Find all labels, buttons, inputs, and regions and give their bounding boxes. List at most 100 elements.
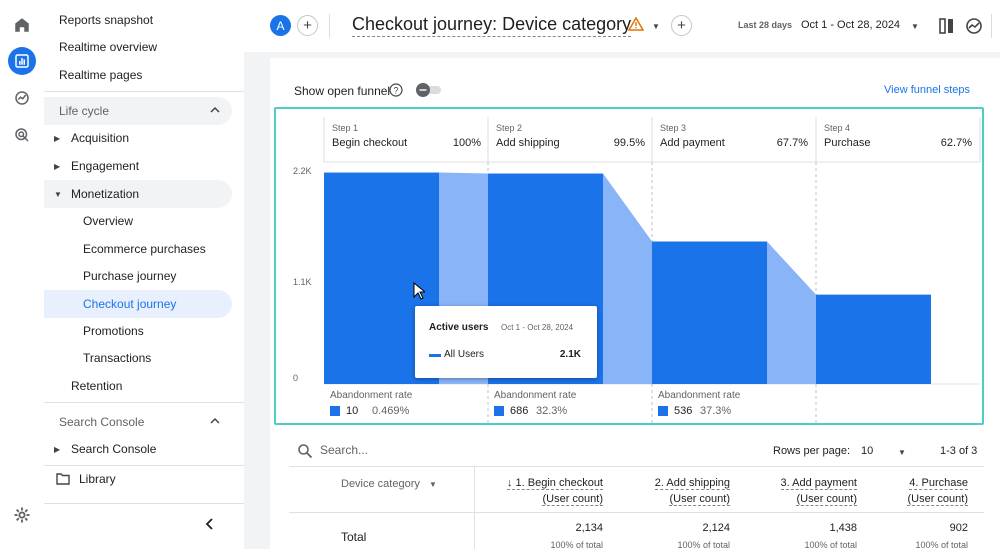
caret-right-icon: ▶ (54, 133, 61, 143)
step-4-number: Step 4 (824, 123, 851, 133)
tooltip-value: 2.1K (559, 349, 581, 360)
funnel-chart (323, 117, 981, 423)
sidebar-section-search-console[interactable]: Search Console (44, 408, 232, 436)
column-sub: (User count) (542, 493, 603, 506)
column-subheader: (User count) (503, 493, 603, 506)
sidebar-item-label: Purchase journey (83, 269, 177, 283)
sidebar-item-realtime-overview[interactable]: Realtime overview (44, 33, 232, 61)
sidebar-item-checkout-journey[interactable]: Checkout journey (44, 290, 232, 318)
dimension-header[interactable]: Device category ▼ (341, 478, 437, 490)
sidebar-item-purchase-journey[interactable]: Purchase journey (44, 262, 232, 290)
column-title: ↓ 1. Begin checkout (506, 477, 603, 490)
collapse-chevron-icon[interactable] (205, 518, 215, 530)
y-tick-label: 1.1K (293, 277, 312, 287)
step-2-number: Step 2 (496, 123, 523, 133)
left-rail (0, 0, 44, 549)
step-1-name: Begin checkout (332, 137, 408, 149)
chevron-up-icon (210, 106, 220, 113)
step-3-number: Step 3 (660, 123, 687, 133)
reports-icon[interactable] (8, 47, 36, 75)
search-icon (298, 444, 313, 459)
step-3-name: Add payment (660, 137, 725, 149)
open-funnel-toggle[interactable] (415, 83, 443, 97)
home-icon[interactable] (8, 11, 36, 39)
help-icon[interactable]: ? (389, 83, 403, 97)
sidebar-item-transactions[interactable]: Transactions (44, 344, 232, 372)
warning-icon[interactable] (628, 17, 644, 31)
title-dropdown-icon[interactable]: ▼ (652, 22, 660, 31)
funnel-bar-3 (652, 241, 767, 384)
abandonment-count: 10 (346, 405, 359, 417)
header-divider (991, 14, 992, 38)
table-divider (289, 512, 984, 513)
sidebar-item-realtime-pages[interactable]: Realtime pages (44, 61, 232, 89)
sidebar-item-label: Transactions (83, 351, 152, 365)
report-header: A + Checkout journey: Device category ▼ … (244, 0, 1000, 52)
date-range-picker[interactable]: Oct 1 - Oct 28, 2024 (801, 19, 900, 31)
sidebar-item-label: Library (79, 472, 116, 486)
search-input[interactable] (320, 443, 520, 457)
sidebar-item-engagement[interactable]: ▶ Engagement (44, 152, 232, 180)
column-subheader: (User count) (868, 493, 968, 506)
advertising-icon[interactable] (8, 121, 36, 149)
sidebar-divider (44, 402, 244, 403)
y-tick-label: 0 (293, 373, 299, 383)
page-title[interactable]: Checkout journey: Device category (352, 14, 632, 37)
column-header-add-payment[interactable]: 3. Add payment (757, 477, 857, 490)
sidebar-item-acquisition[interactable]: ▶ Acquisition (44, 124, 232, 152)
dimension-header-label: Device category (341, 478, 420, 490)
step-4-percent: 62.7% (940, 137, 972, 149)
show-open-funnel-label: Show open funnel (294, 84, 391, 98)
sidebar-item-overview[interactable]: Overview (44, 207, 232, 235)
add-comparison-icon[interactable]: + (297, 15, 318, 36)
pagination-info: 1-3 of 3 (940, 445, 978, 457)
compare-icon[interactable] (937, 16, 957, 36)
step-2-percent: 99.5% (613, 137, 645, 149)
abandonment-area (603, 173, 652, 384)
rows-dropdown-icon[interactable]: ▼ (898, 448, 906, 457)
sidebar-item-ecommerce-purchases[interactable]: Ecommerce purchases (44, 235, 232, 263)
abandonment-label: Abandonment rate (494, 390, 577, 401)
abandonment-rate: 0.469% (372, 405, 410, 417)
table-column-divider (474, 466, 475, 549)
date-dropdown-icon[interactable]: ▼ (911, 22, 919, 31)
column-header-add-shipping[interactable]: 2. Add shipping (630, 477, 730, 490)
sidebar-item-label: Checkout journey (83, 297, 177, 311)
step-4-name: Purchase (824, 137, 871, 149)
abandonment-swatch (494, 406, 504, 416)
add-filter-icon[interactable]: + (671, 15, 692, 36)
abandonment-rate: 37.3% (700, 405, 732, 417)
rows-per-page-select[interactable]: 10 (861, 445, 873, 457)
settings-icon[interactable] (8, 501, 36, 529)
abandonment-count: 686 (510, 405, 529, 417)
abandonment-swatch (658, 406, 668, 416)
column-subheader: (User count) (757, 493, 857, 506)
explore-icon[interactable] (8, 84, 36, 112)
step-1-number: Step 1 (332, 123, 359, 133)
total-row-label: Total (341, 530, 367, 544)
sidebar-item-label: Promotions (83, 324, 144, 338)
view-funnel-steps-link[interactable]: View funnel steps (884, 84, 970, 96)
sidebar-item-library[interactable]: Library (44, 465, 232, 493)
sidebar-item-reports-snapshot[interactable]: Reports snapshot (44, 6, 232, 34)
total-subtext: 100% of total (550, 540, 603, 549)
sidebar-item-retention[interactable]: Retention (44, 372, 232, 400)
sidebar-item-label: Search Console (71, 442, 157, 456)
rows-per-page-label: Rows per page: (773, 445, 851, 457)
sidebar-item-search-console[interactable]: ▶ Search Console (44, 435, 232, 463)
column-header-begin-checkout[interactable]: ↓ 1. Begin checkout (503, 477, 603, 490)
sidebar-item-promotions[interactable]: Promotions (44, 317, 232, 345)
sidebar-item-label: Reports snapshot (59, 13, 154, 27)
sidebar-item-label: Realtime pages (59, 68, 143, 82)
funnel-bar-4 (816, 294, 931, 384)
chevron-up-icon (210, 417, 220, 424)
insights-icon[interactable] (964, 16, 984, 36)
sidebar-item-monetization[interactable]: ▼ Monetization (44, 180, 232, 208)
avatar[interactable]: A (270, 15, 291, 36)
column-header-purchase[interactable]: 4. Purchase (868, 477, 968, 490)
column-sub: (User count) (796, 493, 857, 506)
table-divider (289, 466, 984, 467)
tooltip-series-swatch (429, 354, 441, 357)
column-title: 3. Add payment (780, 477, 857, 490)
sidebar-section-life-cycle[interactable]: Life cycle (44, 97, 232, 125)
